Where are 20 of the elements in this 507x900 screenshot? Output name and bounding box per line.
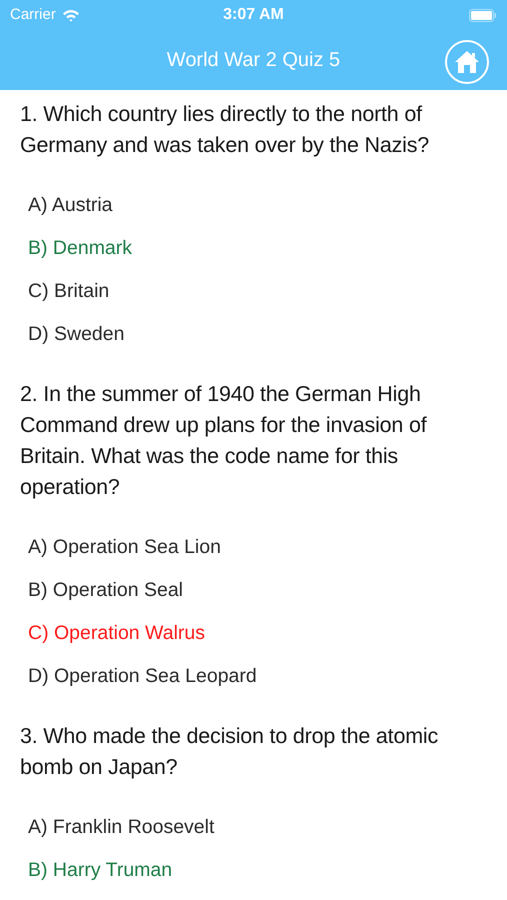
- answer-option[interactable]: B) Denmark: [28, 234, 132, 264]
- answer-option[interactable]: C) Britain: [28, 276, 110, 306]
- question-text: 3. Who made the decision to drop the atomic bomb on Japan?: [20, 723, 440, 781]
- question-text: 1. Which country lies directly to the north of Germany and was taken over by the Nazis?: [20, 101, 430, 159]
- wifi-icon: [62, 8, 80, 22]
- answer-option[interactable]: B) Operation Seal: [28, 576, 184, 606]
- question-text: 2. In the summer of 1940 the German High Command drew up plans for the invasion of Britain. What was the code name for this operation?: [20, 381, 428, 501]
- answer-option[interactable]: A) Austria: [28, 190, 113, 220]
- battery-icon: [469, 8, 498, 22]
- answer-option[interactable]: A) Operation Sea Lion: [28, 532, 221, 562]
- answer-option[interactable]: D) Sweden: [28, 320, 124, 350]
- house-icon: [454, 50, 480, 74]
- answer-option[interactable]: B) Harry Truman: [28, 856, 172, 886]
- answer-option[interactable]: D) Operation Sea Leopard: [28, 662, 257, 692]
- status-time: 3:07 AM: [223, 5, 284, 25]
- answer-option[interactable]: A) Franklin Roosevelt: [28, 812, 214, 842]
- answer-option[interactable]: C) Operation Walrus: [28, 618, 205, 648]
- home-button[interactable]: [445, 40, 489, 84]
- carrier-label: Carrier: [10, 4, 56, 25]
- nav-title: World War 2 Quiz 5: [166, 48, 340, 73]
